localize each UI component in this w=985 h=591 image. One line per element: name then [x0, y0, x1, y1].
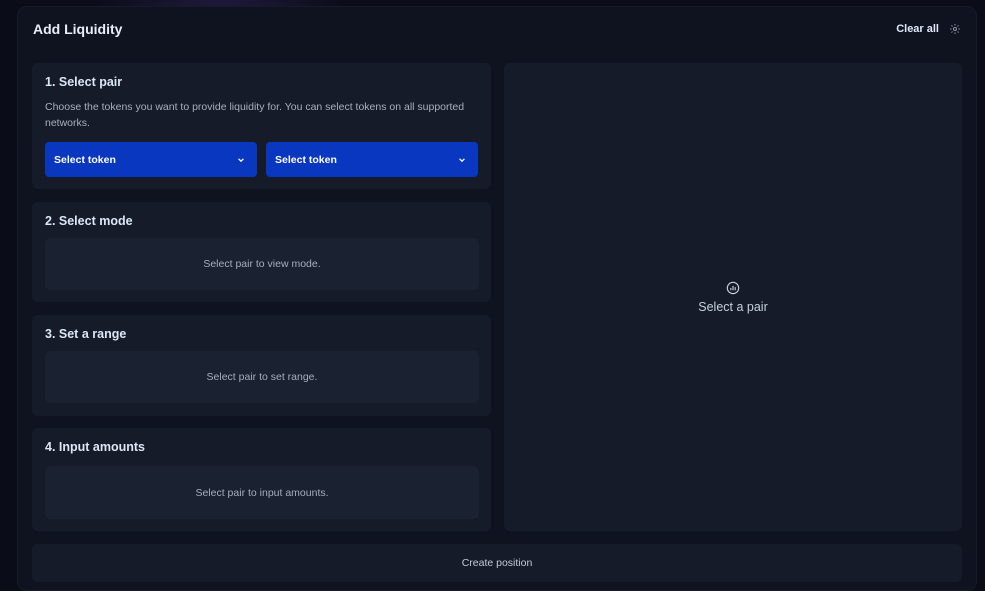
panel-header: Add Liquidity Clear all — [33, 19, 961, 39]
select-pair-card: 1. Select pair Choose the tokens you wan… — [32, 63, 491, 189]
header-actions: Clear all — [896, 23, 961, 35]
create-position-button[interactable]: Create position — [32, 544, 962, 582]
select-mode-title: 2. Select mode — [45, 214, 133, 228]
select-mode-placeholder: Select pair to view mode. — [45, 238, 479, 290]
input-amounts-placeholder: Select pair to input amounts. — [45, 466, 479, 519]
select-token-a-label: Select token — [54, 153, 116, 166]
select-token-b-button[interactable]: Select token — [266, 142, 478, 177]
select-pair-title: 1. Select pair — [45, 75, 123, 89]
select-pair-description: Choose the tokens you want to provide li… — [45, 101, 465, 129]
clear-all-button[interactable]: Clear all — [896, 23, 939, 35]
page-title: Add Liquidity — [33, 21, 123, 37]
select-a-pair-text: Select a pair — [698, 299, 768, 314]
input-amounts-title: 4. Input amounts — [45, 440, 145, 454]
gear-icon[interactable] — [949, 23, 961, 35]
input-amounts-card: 4. Input amounts Select pair to input am… — [32, 428, 491, 531]
set-range-card: 3. Set a range Select pair to set range. — [32, 315, 491, 416]
set-range-title: 3. Set a range — [45, 327, 127, 341]
set-range-placeholder: Select pair to set range. — [45, 351, 479, 403]
chart-icon — [726, 281, 740, 294]
pair-preview-panel: Select a pair — [504, 63, 962, 531]
chevron-down-icon — [459, 157, 465, 162]
chevron-down-icon — [238, 157, 244, 162]
select-token-b-label: Select token — [275, 153, 337, 166]
select-token-a-button[interactable]: Select token — [45, 142, 257, 177]
select-mode-card: 2. Select mode Select pair to view mode. — [32, 202, 491, 302]
add-liquidity-panel: Add Liquidity Clear all 1. Select pair C… — [17, 6, 977, 591]
